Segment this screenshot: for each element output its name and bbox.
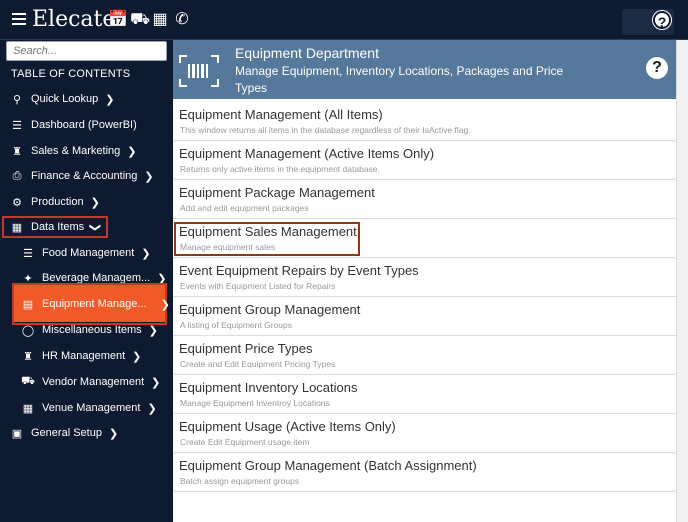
chevron-right-icon: ❯ [148, 324, 158, 337]
list-item[interactable]: Equipment Package Management Add and edi… [173, 179, 676, 219]
chevron-right-icon: ❯ [144, 170, 154, 183]
list-icon: ☰ [12, 119, 22, 132]
phone-icon[interactable]: ✆ [174, 11, 190, 29]
list-item[interactable]: Equipment Inventory Locations Manage Equ… [173, 374, 676, 414]
help-icon[interactable]: ? [653, 11, 671, 30]
list-item[interactable]: Equipment Group Management A listing of … [173, 296, 676, 336]
search-icon: ⚲ [12, 93, 22, 106]
sidebar-item-general-setup[interactable]: ▣ General Setup ❯ [0, 422, 173, 444]
sidebar-item-quick-lookup[interactable]: ⚲ Quick Lookup ❯ [0, 88, 173, 110]
sidebar-item-sales-marketing[interactable]: ♜ Sales & Marketing ❯ [0, 140, 173, 162]
sidebar-item-dashboard[interactable]: ☰ Dashboard (PowerBI) [0, 114, 173, 136]
department-header: Equipment Department Manage Equipment, I… [173, 40, 676, 99]
people-icon: ♜ [23, 350, 33, 363]
sidebar-item-venue-management[interactable]: ▦ Venue Management ❯ [0, 397, 173, 419]
list-item[interactable]: Equipment Price Types Create and Edit Eq… [173, 335, 676, 375]
chevron-right-icon: ❯ [127, 145, 137, 158]
brand-logo[interactable]: Elecate [32, 6, 115, 34]
barcode-icon [179, 55, 219, 87]
sidebar-item-production[interactable]: ⚙ Production ❯ [0, 191, 173, 213]
sidebar-item-miscellaneous[interactable]: ◯ Miscellaneous Items ❯ [0, 319, 173, 341]
sidebar-item-food-management[interactable]: ☰ Food Management ❯ [0, 242, 173, 264]
chevron-right-icon: ❯ [105, 93, 115, 106]
list-item[interactable]: Equipment Group Management (Batch Assign… [173, 452, 676, 492]
top-bar: Elecate 📅 ⛟ ▦ ✆ ? [0, 0, 688, 40]
toolbox-icon: ▣ [11, 427, 23, 440]
building-icon[interactable]: ▦ [152, 11, 168, 29]
calendar-icon[interactable]: 📅 [108, 11, 128, 29]
chevron-down-icon: ❯ [89, 222, 102, 232]
printer-icon: ⎙ [12, 169, 22, 182]
sidebar-item-data-items[interactable]: ▦ Data Items ❯ [0, 216, 173, 238]
truck-icon: ⛟ [21, 375, 35, 387]
main-content: Equipment Department Manage Equipment, I… [173, 40, 676, 522]
list-item[interactable]: Equipment Management (All Items) This wi… [173, 101, 676, 141]
dollar-icon: ◯ [21, 324, 35, 337]
hamburger-menu-icon[interactable] [12, 13, 26, 25]
search-input[interactable] [6, 41, 167, 61]
chevron-right-icon: ❯ [160, 298, 170, 311]
table-icon: ▦ [11, 221, 23, 234]
sidebar-item-vendor-management[interactable]: ⛟ Vendor Management ❯ [0, 371, 173, 393]
chevron-right-icon: ❯ [147, 402, 157, 415]
production-icon: ⚙ [12, 196, 22, 209]
sidebar-item-equipment-management[interactable]: ▤ Equipment Manage... ❯ [0, 293, 173, 315]
list-item[interactable]: Equipment Usage (Active Items Only) Crea… [173, 413, 676, 453]
building-icon: ▦ [22, 402, 34, 415]
sidebar: TABLE OF CONTENTS ⚲ Quick Lookup ❯ ☰ Das… [0, 40, 173, 522]
list-item[interactable]: Event Equipment Repairs by Event Types E… [173, 257, 676, 297]
sidebar-item-hr-management[interactable]: ♜ HR Management ❯ [0, 345, 173, 367]
chevron-right-icon: ❯ [151, 376, 161, 389]
sidebar-item-finance[interactable]: ⎙ Finance & Accounting ❯ [0, 165, 173, 187]
people-icon: ♜ [12, 145, 22, 158]
chevron-right-icon: ❯ [132, 350, 142, 363]
toc-heading: TABLE OF CONTENTS [11, 68, 131, 80]
help-icon[interactable]: ? [646, 57, 668, 79]
department-title: Equipment Department [235, 45, 379, 61]
list-item-equipment-sales[interactable]: Equipment Sales Management Manage equipm… [173, 218, 676, 258]
chevron-right-icon: ❯ [90, 196, 100, 209]
truck-icon[interactable]: ⛟ [130, 11, 150, 29]
list-icon: ☰ [23, 247, 33, 260]
list-item[interactable]: Equipment Management (Active Items Only)… [173, 140, 676, 180]
department-subtitle: Manage Equipment, Inventory Locations, P… [235, 64, 564, 95]
barcode-icon: ▤ [22, 298, 34, 311]
chevron-right-icon: ❯ [141, 247, 151, 260]
chevron-right-icon: ❯ [108, 427, 119, 440]
scrollbar[interactable] [676, 40, 688, 522]
